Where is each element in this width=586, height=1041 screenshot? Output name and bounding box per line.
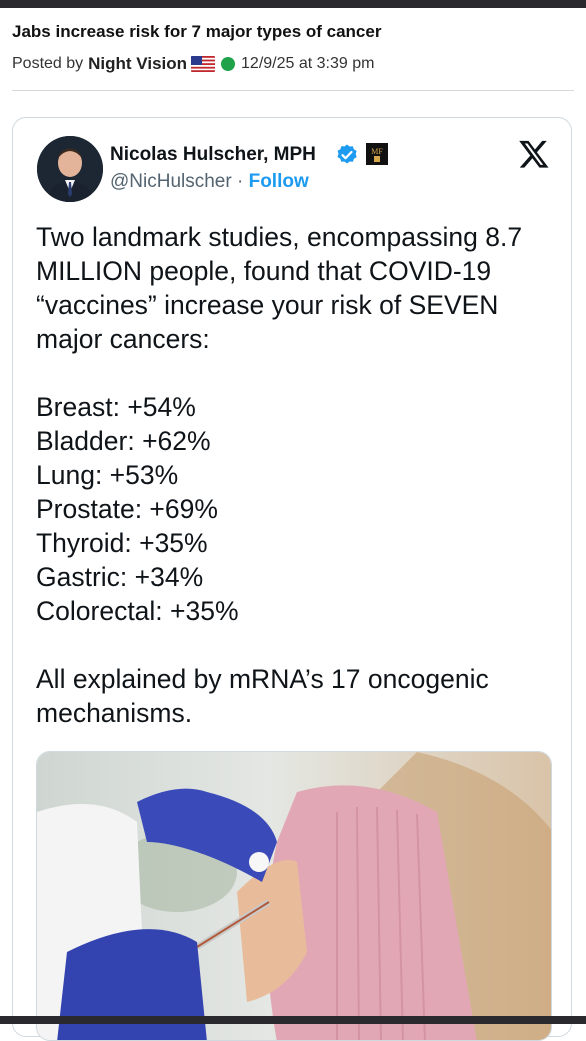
separator-dot: · bbox=[236, 171, 244, 192]
bottom-nav-bar bbox=[0, 1016, 586, 1024]
cancer-list-item: Lung: +53% bbox=[36, 460, 179, 490]
divider bbox=[12, 90, 574, 91]
online-status-icon bbox=[221, 57, 236, 71]
x-logo-icon[interactable] bbox=[518, 138, 550, 170]
cancer-list-item: Colorectal: +35% bbox=[36, 596, 239, 626]
post-author-link[interactable]: Night Vision bbox=[88, 54, 187, 74]
post-timestamp: 12/9/25 at 3:39 pm bbox=[241, 55, 375, 72]
cancer-list-item: Thyroid: +35% bbox=[36, 528, 208, 558]
cancer-list-item: Prostate: +69% bbox=[36, 494, 218, 524]
tweet-intro: Two landmark studies, encompassing 8.7 M… bbox=[36, 222, 523, 354]
tweet-media-image[interactable] bbox=[36, 751, 552, 1041]
avatar[interactable] bbox=[37, 136, 103, 202]
tweet-body: Two landmark studies, encompassing 8.7 M… bbox=[36, 220, 546, 730]
affiliation-badge-icon: MF bbox=[366, 143, 388, 165]
cancer-list-item: Breast: +54% bbox=[36, 392, 196, 422]
tweet-author-name[interactable]: Nicolas Hulscher, MPH bbox=[110, 144, 316, 166]
tweet-handle[interactable]: @NicHulscher bbox=[110, 171, 232, 192]
posted-by-label: Posted by bbox=[12, 55, 84, 72]
tweet-closing: All explained by mRNA’s 17 oncogenic mec… bbox=[36, 664, 489, 728]
cancer-list-item: Gastric: +34% bbox=[36, 562, 204, 592]
embedded-tweet-card[interactable]: Nicolas Hulscher, MPH MF @NicHulscher · … bbox=[12, 117, 572, 1041]
verified-badge-icon bbox=[337, 144, 357, 164]
svg-text:MF: MF bbox=[371, 147, 383, 156]
top-status-bar bbox=[0, 0, 586, 8]
post-meta: Posted by Night Vision 12/9/25 at 3:39 p… bbox=[12, 54, 374, 74]
us-flag-icon bbox=[191, 56, 216, 72]
cancer-list-item: Bladder: +62% bbox=[36, 426, 211, 456]
post-title: Jabs increase risk for 7 major types of … bbox=[12, 22, 382, 41]
tweet-handle-row: @NicHulscher · Follow bbox=[110, 171, 309, 193]
follow-button[interactable]: Follow bbox=[249, 171, 309, 192]
